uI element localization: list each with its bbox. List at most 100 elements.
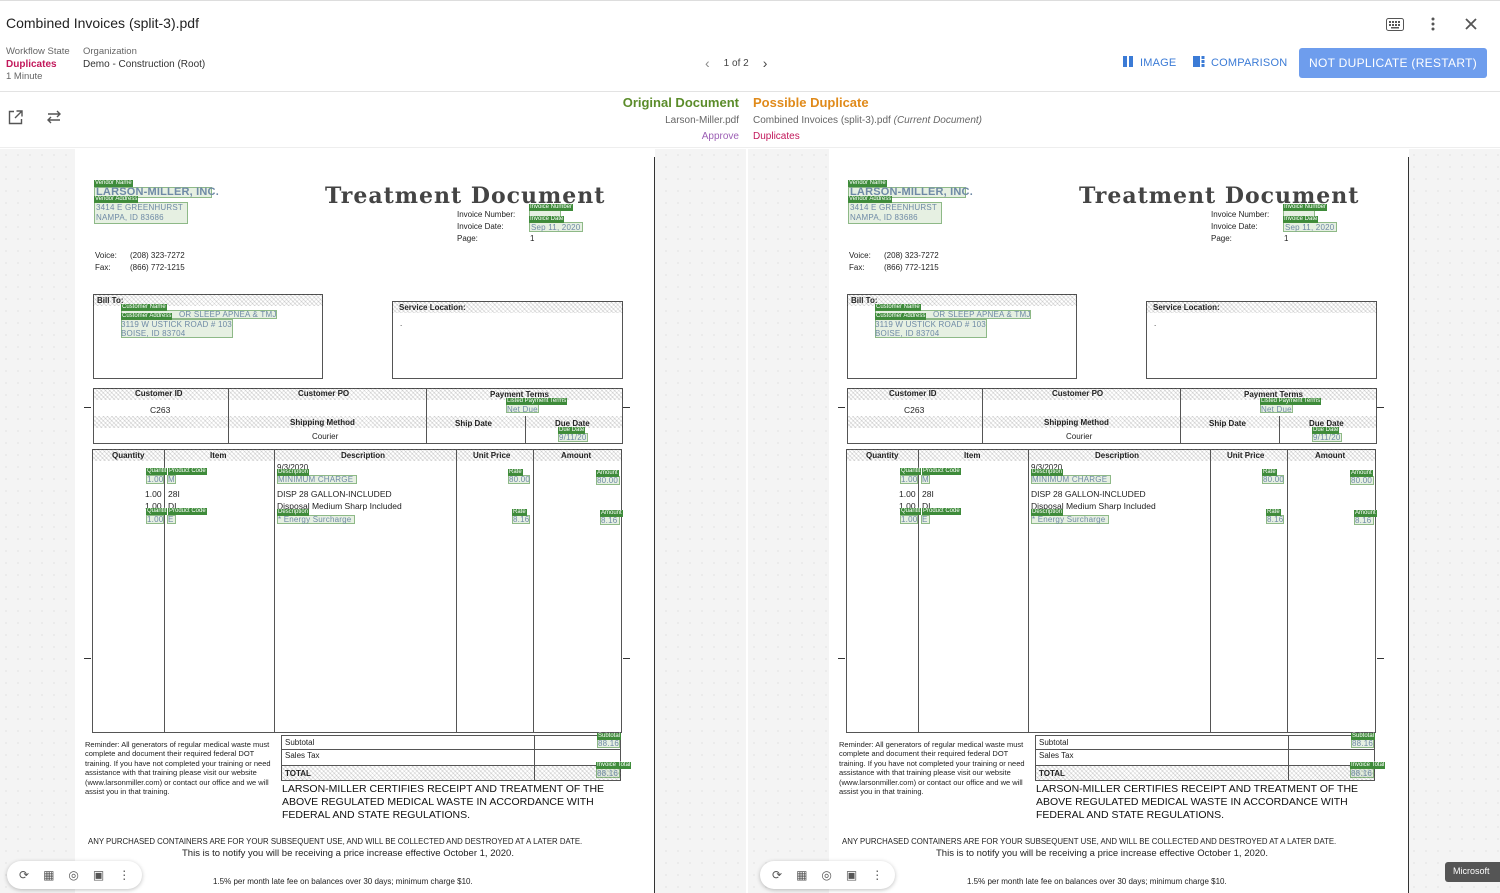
notify-note: This is to notify you will be receiving … [182,848,514,859]
original-document-header: Original Document Larson-Miller.pdf Appr… [623,95,739,142]
customer-id-label: Customer ID [135,389,183,398]
tag-quantity: Quantit [900,468,922,475]
subtotal: 88.16 [598,739,620,748]
scan-mark [84,407,91,408]
organization-value: Demo - Construction (Root) [83,58,206,70]
document-title: Combined Invoices (split-3).pdf [6,15,199,31]
col-item: Item [964,451,981,460]
fit-page-icon[interactable]: ▣ [846,868,857,882]
totals-row-line [281,749,621,750]
purchased-note: ANY PURCHASED CONTAINERS ARE FOR YOUR SU… [842,837,1337,846]
order-band-2 [847,416,1377,428]
col-item: Item [210,451,227,460]
customer-addr1: 3119 W USTICK ROAD # 103 [121,320,232,329]
col-divider [1287,449,1288,733]
total-band [1035,766,1375,780]
col-divider [533,449,534,733]
col-divider [274,449,275,733]
page-value: 1 [530,234,535,243]
tag-product-code: Product Code [168,508,207,515]
line1-desc: MINIMUM CHARGE [278,475,354,484]
certify: LARSON-MILLER CERTIFIES RECEIPT AND TREA… [282,783,605,821]
scan-mark [838,658,845,659]
tag-product-code: Product Code [168,468,207,475]
fax-label: Fax: [95,263,111,272]
customer-id: C263 [904,405,925,415]
page-value: 1 [1284,234,1289,243]
workflow-state-value: Duplicates [6,58,57,70]
page-edge [1408,157,1409,893]
purchased-note: ANY PURCHASED CONTAINERS ARE FOR YOUR SU… [88,837,583,846]
tag-quantity: Quantit [146,508,168,515]
close-icon[interactable] [1460,13,1482,35]
next-page-icon[interactable]: › [763,55,768,71]
more-vert-icon[interactable] [1422,13,1444,35]
invoice-number-label: Invoice Number: [457,210,516,219]
more-options-icon[interactable]: ⋮ [871,868,883,882]
fax: (866) 772-1215 [884,263,939,272]
target-icon[interactable]: ◎ [821,868,831,882]
line4-qty: 1.00 [147,515,164,524]
open-external-icon[interactable] [8,110,23,130]
line2-item: 28I [168,489,180,499]
sales-tax-label: Sales Tax [285,751,320,760]
original-heading: Original Document [622,95,739,110]
customer-po-label: Customer PO [298,389,350,398]
not-duplicate-button[interactable]: NOT DUPLICATE (RESTART) [1299,48,1487,78]
col-quantity: Quantity [112,451,145,460]
keyboard-icon[interactable] [1384,13,1406,35]
line1-rate: 80.00 [1263,475,1285,484]
reminder: Reminder: All generators of regular medi… [839,740,1025,797]
line2-item: 28I [922,489,934,499]
fit-page-icon[interactable]: ▣ [93,868,104,882]
voice-label: Voice: [849,251,871,260]
pager: ‹ 1 of 2 › [705,55,767,71]
line2-desc: DISP 28 GALLON-INCLUDED [1031,489,1146,499]
scan-mark [623,407,630,408]
original-status[interactable]: Approve [623,131,739,142]
duplicate-status[interactable]: Duplicates [753,131,982,142]
line1-amount: 80.00 [1351,476,1373,485]
hide-highlights-icon[interactable]: ▦ [796,868,807,882]
scan-mark [623,658,630,659]
organization-label: Organization [83,46,137,57]
prev-page-icon[interactable]: ‹ [705,55,710,71]
target-icon[interactable]: ◎ [68,868,78,882]
subtotal-label: Subtotal [285,738,315,747]
col-quantity: Quantity [866,451,899,460]
invoice-date-label: Invoice Date: [1211,222,1258,231]
tag-product-code: Product Code [922,468,961,475]
col-amount: Amount [1315,451,1346,460]
more-options-icon[interactable]: ⋮ [118,868,130,882]
top-bar: Combined Invoices (split-3).pdf Workflow… [0,0,1500,92]
swap-icon[interactable] [46,110,62,129]
line1-qty: 1.00 [147,475,164,484]
ship-date-label: Ship Date [455,419,492,428]
comparison-view-button[interactable]: COMPARISON [1193,56,1287,70]
original-viewer[interactable]: Vendor Name LARSON-MILLER, INC. Vendor A… [0,149,746,893]
rotate-icon[interactable]: ⟳ [19,868,29,882]
page-label: Page: [1211,234,1232,243]
invoice-number-label: Invoice Number: [1211,210,1270,219]
late-fee-note: 1.5% per month late fee on balances over… [213,877,473,886]
invoice-date-label: Invoice Date: [457,222,504,231]
scan-mark [1377,658,1384,659]
image-view-button[interactable]: IMAGE [1123,56,1176,70]
line4-item: E [168,515,174,524]
workflow-state-label: Workflow State [6,46,70,57]
col-unit-price: Unit Price [1227,451,1265,460]
invoice-date: Sep 11, 2020 [531,223,581,232]
comparison-icon [1193,56,1205,70]
customer-addr2: BOISE, ID 83704 [875,329,940,338]
duplicate-viewer[interactable]: Vendor Name LARSON-MILLER, INC. Vendor A… [748,149,1500,893]
hide-highlights-icon[interactable]: ▦ [43,868,54,882]
line4-desc: * Energy Surcharge [278,515,352,524]
due-date: 9/11/20 [1313,433,1341,442]
line2-qty: 1.00 [899,489,916,499]
viewer-toolbar: ⟳ ▦ ◎ ▣ ⋮ [7,861,143,889]
col-unit-price: Unit Price [473,451,511,460]
line4-item: E [922,515,928,524]
rotate-icon[interactable]: ⟳ [772,868,782,882]
payment-terms: Net Due [1261,405,1292,414]
line1-desc: MINIMUM CHARGE [1032,475,1108,484]
